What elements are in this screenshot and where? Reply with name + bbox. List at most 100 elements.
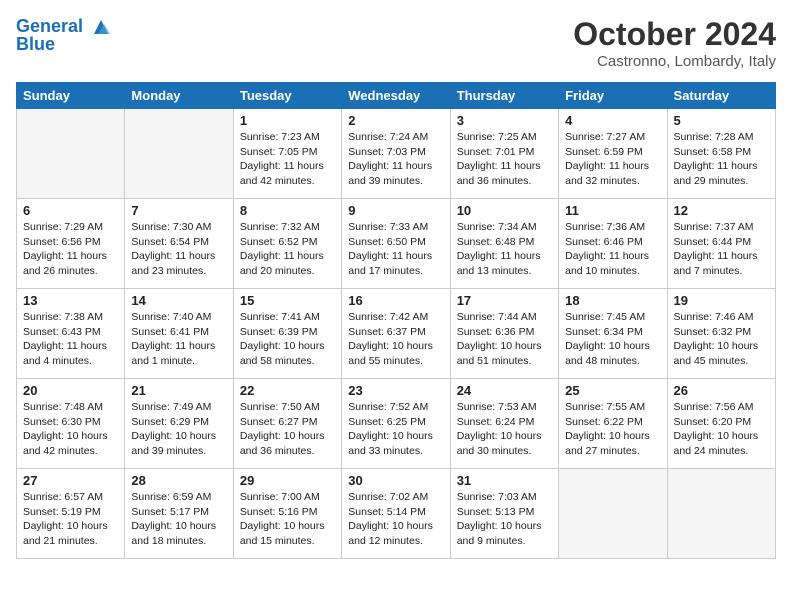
day-info: Sunrise: 7:03 AM Sunset: 5:13 PM Dayligh…	[457, 490, 552, 549]
calendar-cell	[17, 109, 125, 199]
day-number: 20	[23, 383, 118, 398]
week-row-0: 1 Sunrise: 7:23 AM Sunset: 7:05 PM Daylig…	[17, 109, 776, 199]
day-info: Sunrise: 7:32 AM Sunset: 6:52 PM Dayligh…	[240, 220, 335, 279]
calendar-cell: 16Sunrise: 7:42 AM Sunset: 6:37 PM Dayli…	[342, 289, 450, 379]
day-number: 28	[131, 473, 226, 488]
day-info: Sunrise: 7:29 AM Sunset: 6:56 PM Dayligh…	[23, 220, 118, 279]
calendar-cell: 8Sunrise: 7:32 AM Sunset: 6:52 PM Daylig…	[233, 199, 341, 289]
day-info: Sunrise: 6:59 AM Sunset: 5:17 PM Dayligh…	[131, 490, 226, 549]
calendar-cell: 23 Sunrise: 7:52 AM Sunset: 6:25 PM Dayli…	[342, 379, 450, 469]
calendar-cell: 10Sunrise: 7:34 AM Sunset: 6:48 PM Dayli…	[450, 199, 558, 289]
day-number: 23	[348, 383, 443, 398]
col-header-friday: Friday	[559, 83, 667, 109]
day-info: Sunrise: 7:28 AM Sunset: 6:58 PM Dayligh…	[674, 130, 769, 189]
day-info: Sunrise: 7:37 AM Sunset: 6:44 PM Dayligh…	[674, 220, 769, 279]
calendar-cell: 13 Sunrise: 7:38 AM Sunset: 6:43 PM Dayli…	[17, 289, 125, 379]
calendar-cell: 24 Sunrise: 7:53 AM Sunset: 6:24 PM Dayli…	[450, 379, 558, 469]
day-number: 9	[348, 203, 443, 218]
day-number: 18	[565, 293, 660, 308]
col-header-sunday: Sunday	[17, 83, 125, 109]
logo: General Blue	[16, 16, 112, 55]
day-info: Sunrise: 7:42 AM Sunset: 6:37 PM Dayligh…	[348, 310, 443, 369]
location-title: Castronno, Lombardy, Italy	[573, 53, 776, 70]
title-area: October 2024 Castronno, Lombardy, Italy	[573, 16, 776, 70]
month-title: October 2024	[573, 16, 776, 53]
day-info: Sunrise: 7:53 AM Sunset: 6:24 PM Dayligh…	[457, 400, 552, 459]
day-number: 30	[348, 473, 443, 488]
col-header-thursday: Thursday	[450, 83, 558, 109]
day-number: 17	[457, 293, 552, 308]
day-number: 13	[23, 293, 118, 308]
day-info: Sunrise: 7:24 AM Sunset: 7:03 PM Dayligh…	[348, 130, 443, 189]
calendar-cell: 19 Sunrise: 7:46 AM Sunset: 6:32 PM Dayli…	[667, 289, 775, 379]
header: General Blue October 2024 Castronno, Lom…	[16, 16, 776, 70]
day-number: 27	[23, 473, 118, 488]
day-number: 31	[457, 473, 552, 488]
calendar-body: 1 Sunrise: 7:23 AM Sunset: 7:05 PM Daylig…	[17, 109, 776, 559]
calendar-cell: 26 Sunrise: 7:56 AM Sunset: 6:20 PM Dayli…	[667, 379, 775, 469]
day-number: 19	[674, 293, 769, 308]
day-info: Sunrise: 7:30 AM Sunset: 6:54 PM Dayligh…	[131, 220, 226, 279]
day-number: 10	[457, 203, 552, 218]
day-info: Sunrise: 6:57 AM Sunset: 5:19 PM Dayligh…	[23, 490, 118, 549]
day-info: Sunrise: 7:46 AM Sunset: 6:32 PM Dayligh…	[674, 310, 769, 369]
calendar-cell: 28 Sunrise: 6:59 AM Sunset: 5:17 PM Dayli…	[125, 469, 233, 559]
calendar-cell: 27 Sunrise: 6:57 AM Sunset: 5:19 PM Dayli…	[17, 469, 125, 559]
col-header-monday: Monday	[125, 83, 233, 109]
calendar-cell: 17 Sunrise: 7:44 AM Sunset: 6:36 PM Dayli…	[450, 289, 558, 379]
day-number: 4	[565, 113, 660, 128]
calendar-cell: 4Sunrise: 7:27 AM Sunset: 6:59 PM Daylig…	[559, 109, 667, 199]
calendar-cell: 11 Sunrise: 7:36 AM Sunset: 6:46 PM Dayli…	[559, 199, 667, 289]
calendar-cell: 25Sunrise: 7:55 AM Sunset: 6:22 PM Dayli…	[559, 379, 667, 469]
day-info: Sunrise: 7:36 AM Sunset: 6:46 PM Dayligh…	[565, 220, 660, 279]
day-number: 12	[674, 203, 769, 218]
day-info: Sunrise: 7:41 AM Sunset: 6:39 PM Dayligh…	[240, 310, 335, 369]
calendar-cell	[559, 469, 667, 559]
day-number: 1	[240, 113, 335, 128]
day-info: Sunrise: 7:45 AM Sunset: 6:34 PM Dayligh…	[565, 310, 660, 369]
calendar-cell: 31 Sunrise: 7:03 AM Sunset: 5:13 PM Dayli…	[450, 469, 558, 559]
day-info: Sunrise: 7:00 AM Sunset: 5:16 PM Dayligh…	[240, 490, 335, 549]
week-row-1: 6 Sunrise: 7:29 AM Sunset: 6:56 PM Daylig…	[17, 199, 776, 289]
day-number: 11	[565, 203, 660, 218]
calendar-header-row: SundayMondayTuesdayWednesdayThursdayFrid…	[17, 83, 776, 109]
calendar-cell: 12 Sunrise: 7:37 AM Sunset: 6:44 PM Dayli…	[667, 199, 775, 289]
calendar-cell: 14 Sunrise: 7:40 AM Sunset: 6:41 PM Dayli…	[125, 289, 233, 379]
calendar-cell: 7Sunrise: 7:30 AM Sunset: 6:54 PM Daylig…	[125, 199, 233, 289]
day-info: Sunrise: 7:49 AM Sunset: 6:29 PM Dayligh…	[131, 400, 226, 459]
day-info: Sunrise: 7:33 AM Sunset: 6:50 PM Dayligh…	[348, 220, 443, 279]
calendar-cell: 9 Sunrise: 7:33 AM Sunset: 6:50 PM Daylig…	[342, 199, 450, 289]
calendar-cell: 5 Sunrise: 7:28 AM Sunset: 6:58 PM Daylig…	[667, 109, 775, 199]
day-info: Sunrise: 7:56 AM Sunset: 6:20 PM Dayligh…	[674, 400, 769, 459]
col-header-wednesday: Wednesday	[342, 83, 450, 109]
day-info: Sunrise: 7:44 AM Sunset: 6:36 PM Dayligh…	[457, 310, 552, 369]
day-number: 24	[457, 383, 552, 398]
day-number: 25	[565, 383, 660, 398]
calendar-cell: 22 Sunrise: 7:50 AM Sunset: 6:27 PM Dayli…	[233, 379, 341, 469]
day-number: 3	[457, 113, 552, 128]
col-header-tuesday: Tuesday	[233, 83, 341, 109]
day-number: 29	[240, 473, 335, 488]
calendar-cell: 30 Sunrise: 7:02 AM Sunset: 5:14 PM Dayli…	[342, 469, 450, 559]
day-number: 6	[23, 203, 118, 218]
day-info: Sunrise: 7:52 AM Sunset: 6:25 PM Dayligh…	[348, 400, 443, 459]
day-number: 26	[674, 383, 769, 398]
day-number: 15	[240, 293, 335, 308]
calendar-cell	[667, 469, 775, 559]
calendar-cell: 2 Sunrise: 7:24 AM Sunset: 7:03 PM Daylig…	[342, 109, 450, 199]
day-info: Sunrise: 7:02 AM Sunset: 5:14 PM Dayligh…	[348, 490, 443, 549]
day-info: Sunrise: 7:50 AM Sunset: 6:27 PM Dayligh…	[240, 400, 335, 459]
calendar-cell: 21Sunrise: 7:49 AM Sunset: 6:29 PM Dayli…	[125, 379, 233, 469]
day-number: 14	[131, 293, 226, 308]
calendar-cell: 6 Sunrise: 7:29 AM Sunset: 6:56 PM Daylig…	[17, 199, 125, 289]
logo-icon	[90, 16, 112, 38]
calendar-cell: 18 Sunrise: 7:45 AM Sunset: 6:34 PM Dayli…	[559, 289, 667, 379]
calendar-cell: 20Sunrise: 7:48 AM Sunset: 6:30 PM Dayli…	[17, 379, 125, 469]
day-info: Sunrise: 7:23 AM Sunset: 7:05 PM Dayligh…	[240, 130, 335, 189]
calendar-cell	[125, 109, 233, 199]
day-info: Sunrise: 7:40 AM Sunset: 6:41 PM Dayligh…	[131, 310, 226, 369]
day-info: Sunrise: 7:38 AM Sunset: 6:43 PM Dayligh…	[23, 310, 118, 369]
day-number: 22	[240, 383, 335, 398]
day-number: 2	[348, 113, 443, 128]
day-number: 5	[674, 113, 769, 128]
